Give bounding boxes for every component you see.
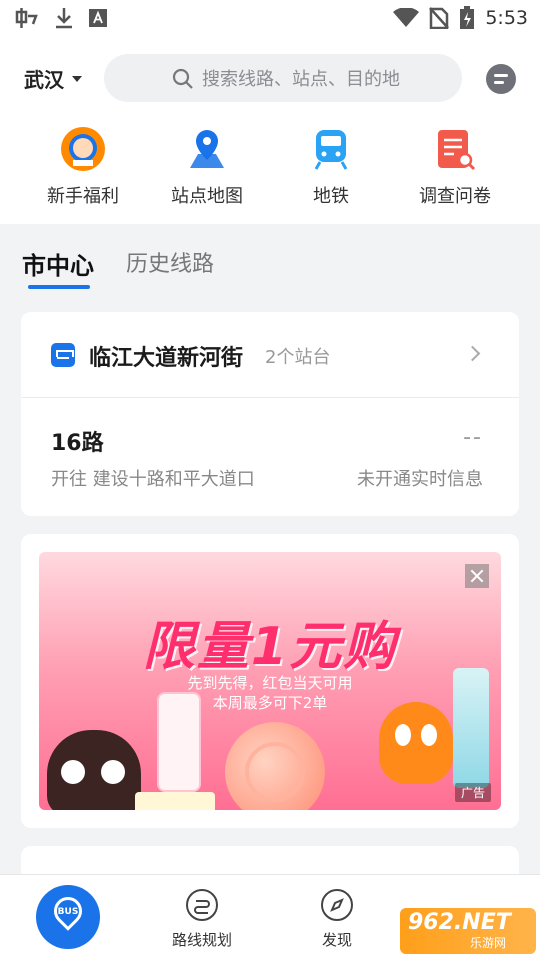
city-selector[interactable]: 武汉 [24, 64, 82, 93]
route-eta: -- [463, 425, 483, 450]
nav-label: 发现 [321, 931, 352, 949]
ad-package-image [135, 792, 215, 810]
bus-tab-button[interactable]: BUS [36, 885, 100, 949]
ad-cat-mascot-image [47, 730, 141, 810]
realtime-status: 未开通实时信息 [357, 469, 483, 490]
watermark-logo: 962.NET 乐游网 [400, 908, 536, 954]
tab-history-routes[interactable]: 历史线路 [126, 246, 214, 278]
chevron-down-icon [72, 75, 82, 82]
quick-nav-station-map[interactable]: 站点地图 [145, 126, 269, 208]
status-time: 5:53 [485, 7, 528, 29]
status-bar-right: 5:53 [393, 6, 528, 30]
search-placeholder: 搜索线路、站点、目的地 [202, 69, 400, 90]
quick-nav-label: 地铁 [313, 186, 349, 207]
quick-nav-label: 新手福利 [47, 186, 119, 207]
quick-nav-label: 站点地图 [171, 186, 243, 207]
quick-nav-label: 调查问卷 [419, 186, 491, 207]
search-icon [172, 68, 193, 89]
route-direction: 开往 建设十路和平大道口 [51, 469, 255, 490]
ad-headline: 限量1元购 [142, 617, 398, 677]
no-sim-icon [429, 7, 450, 29]
bus-tab-label: BUS [57, 907, 79, 917]
ad-coin-image [225, 722, 325, 810]
quick-nav-survey[interactable]: 调查问卷 [393, 126, 517, 208]
route-row[interactable]: 16路 开往 建设十路和平大道口 -- 未开通实时信息 [21, 399, 519, 516]
station-platform-count: 2个站台 [265, 347, 331, 368]
compass-icon [321, 889, 353, 921]
ad-cat-eye [61, 760, 85, 784]
top-header: 武汉 搜索线路、站点、目的地 [0, 36, 540, 118]
chevron-right-icon [464, 345, 481, 362]
ad-cat-eye [101, 760, 125, 784]
ad-coin-ring [245, 742, 305, 802]
download-icon [56, 8, 72, 29]
station-header-row[interactable]: 临江大道新河街 2个站台 [21, 312, 519, 398]
ad-banner[interactable]: 限量1元购 先到先得，红包当天可用 本周最多可下2单 广告 [39, 552, 501, 810]
route-planning-icon [186, 889, 218, 921]
nav-route-planning[interactable]: 路线规划 [152, 889, 252, 950]
wifi-icon [393, 8, 420, 27]
station-name: 临江大道新河街 [89, 346, 244, 371]
quick-nav-newbie-welfare[interactable]: 新手福利 [21, 126, 145, 208]
ad-cup-image [157, 692, 201, 792]
app-notification-icon [15, 8, 38, 28]
nav-label: 路线规划 [171, 931, 232, 949]
ad-mascot-eye [421, 724, 437, 746]
status-bar-left [14, 6, 108, 30]
station-card: 临江大道新河街 2个站台 16路 开往 建设十路和平大道口 -- 未开通实时信息 [21, 312, 519, 516]
route-number: 16路 [51, 431, 104, 456]
watermark-text: 962.NET [408, 910, 511, 935]
battery-charging-icon [460, 6, 475, 29]
newbie-welfare-icon [60, 126, 106, 172]
ad-label: 广告 [454, 783, 491, 802]
metro-train-icon [308, 126, 354, 172]
chat-bubble-icon[interactable] [486, 64, 516, 94]
search-input[interactable]: 搜索线路、站点、目的地 [104, 54, 462, 102]
quick-nav: 新手福利 站点地图 地铁 调查问卷 [0, 118, 540, 224]
ad-mascot-eye [395, 724, 411, 746]
map-pin-icon [184, 126, 230, 172]
bus-stop-icon [51, 343, 75, 367]
watermark-subtext: 乐游网 [470, 936, 507, 950]
tab-city-center[interactable]: 市中心 [22, 246, 94, 281]
survey-icon [432, 126, 478, 172]
close-icon[interactable] [465, 564, 489, 588]
status-bar: 5:53 [0, 0, 540, 36]
ad-subtitle-1: 先到先得，红包当天可用 [187, 674, 353, 692]
ad-card: 限量1元购 先到先得，红包当天可用 本周最多可下2单 广告 [21, 534, 519, 828]
ad-orange-mascot-image [379, 702, 453, 784]
quick-nav-metro[interactable]: 地铁 [269, 126, 393, 208]
font-app-icon [89, 9, 107, 27]
tab-active-indicator [28, 285, 90, 289]
city-label: 武汉 [24, 68, 64, 92]
nav-discover[interactable]: 发现 [287, 889, 387, 950]
ad-bottle-image [453, 668, 489, 788]
